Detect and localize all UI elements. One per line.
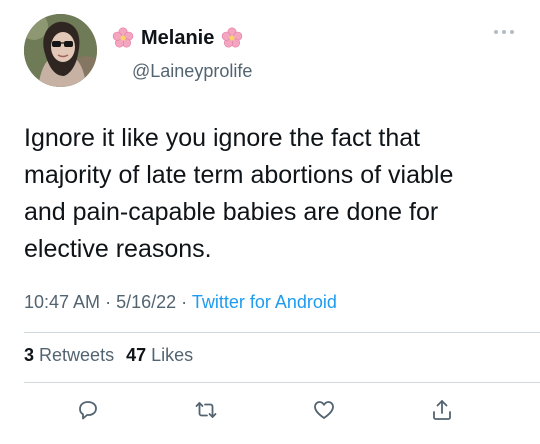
meta-separator: · xyxy=(181,292,188,312)
heart-icon xyxy=(314,401,334,419)
tweet-text: Ignore it like you ignore the fact that … xyxy=(24,124,454,263)
retweets-label: Retweets xyxy=(39,345,115,365)
more-options-icon[interactable] xyxy=(494,28,514,36)
tweet-meta: 10:47 AM · 5/16/22 · Twitter for Android xyxy=(24,292,337,313)
retweet-icon xyxy=(195,402,217,418)
retweets-count: 3 xyxy=(24,345,35,365)
name-row: Melanie xyxy=(111,26,244,50)
divider xyxy=(24,382,540,383)
user-handle[interactable]: @Laineyprolife xyxy=(132,61,252,82)
share-icon xyxy=(433,400,451,420)
tweet-time[interactable]: 10:47 AM xyxy=(24,292,100,312)
cherry-blossom-icon xyxy=(111,26,135,50)
cherry-blossom-icon xyxy=(220,26,244,50)
tweet-stats: 3 Retweets 47 Likes xyxy=(24,345,193,366)
tweet-source[interactable]: Twitter for Android xyxy=(192,292,337,312)
likes-stat[interactable]: 47 Likes xyxy=(126,345,193,365)
display-name[interactable]: Melanie xyxy=(141,27,214,50)
share-button[interactable] xyxy=(426,394,458,426)
retweets-stat[interactable]: 3 Retweets xyxy=(24,345,114,365)
tweet-header: Melanie @Laineyprolife xyxy=(24,14,524,90)
divider xyxy=(24,332,540,333)
retweet-button[interactable] xyxy=(190,394,222,426)
tweet-date[interactable]: 5/16/22 xyxy=(116,292,176,312)
likes-count: 47 xyxy=(126,345,147,365)
like-button[interactable] xyxy=(308,394,340,426)
tweet-card: Melanie @Laineyprolife Ignore it like yo… xyxy=(0,0,540,444)
reply-icon xyxy=(79,401,97,420)
avatar[interactable] xyxy=(24,14,97,87)
action-bar xyxy=(0,394,540,430)
likes-label: Likes xyxy=(151,345,194,365)
reply-button[interactable] xyxy=(72,394,104,426)
meta-separator: · xyxy=(105,292,112,312)
